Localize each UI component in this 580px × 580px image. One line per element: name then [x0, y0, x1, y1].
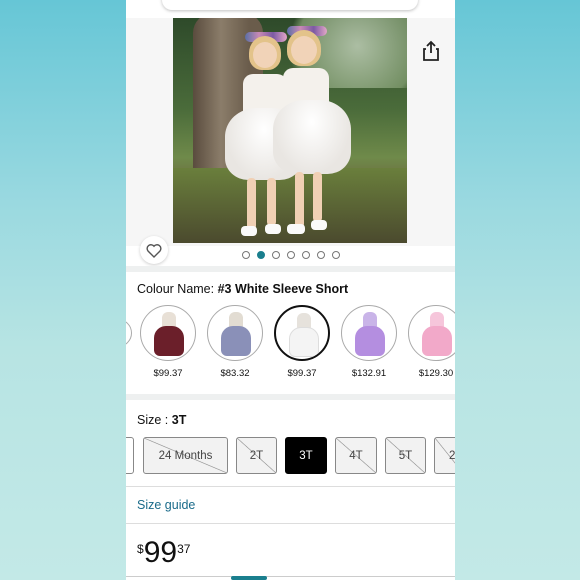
price-fraction: 37 [177, 542, 191, 556]
divider-line [126, 523, 455, 524]
colour-swatch[interactable]: $132.91 [341, 305, 397, 379]
image-pagination-dots[interactable] [126, 251, 455, 263]
colour-swatch[interactable]: $83.32 [207, 305, 263, 379]
swatch-image[interactable] [207, 305, 263, 361]
pagination-dot[interactable] [241, 251, 250, 259]
product-image-gallery[interactable] [126, 18, 455, 264]
size-option-4t[interactable]: 4T [335, 437, 377, 474]
share-icon[interactable] [421, 40, 441, 62]
pagination-dot[interactable] [301, 251, 310, 259]
swatch-image[interactable] [408, 305, 455, 361]
size-option-3t[interactable]: 3T [285, 437, 327, 474]
size-option-2t[interactable]: 2T [236, 437, 277, 474]
size-option-partial[interactable] [126, 437, 134, 474]
swatch-price: $99.37 [153, 368, 183, 379]
size-option-partial[interactable]: 2 [434, 437, 455, 474]
product-photo[interactable] [173, 18, 407, 243]
colour-swatch[interactable]: $99.37 [140, 305, 196, 379]
colour-name-label: Colour Name: #3 White Sleeve Short [137, 282, 349, 296]
swatch-image[interactable] [274, 305, 330, 361]
colour-name-value: #3 White Sleeve Short [217, 282, 349, 296]
divider-line [126, 486, 455, 487]
bottom-bar-line [126, 576, 455, 577]
girl-right [273, 24, 357, 239]
colour-swatch-list[interactable]: $99.37 $83.32 $99.37 $132.91 $129.30 [126, 305, 455, 385]
section-divider [126, 266, 455, 272]
pagination-dot[interactable] [271, 251, 280, 259]
swatch-price: $132.91 [351, 368, 387, 379]
size-label: Size : 3T [137, 413, 187, 427]
size-guide-link[interactable]: Size guide [137, 498, 195, 512]
pagination-dot-active[interactable] [256, 251, 265, 259]
size-option-5t[interactable]: 5T [385, 437, 426, 474]
pagination-dot[interactable] [331, 251, 340, 259]
product-price: $9937 [137, 536, 190, 570]
price-whole: 99 [143, 536, 178, 569]
size-option-list[interactable]: 24 Months 2T 3T 4T 5T 2 [126, 437, 455, 475]
swatch-image[interactable] [341, 305, 397, 361]
price-currency: $ [137, 542, 144, 556]
colour-swatch[interactable]: $129.30 [408, 305, 455, 379]
size-option-24-months[interactable]: 24 Months [143, 437, 228, 474]
swatch-price: $129.30 [418, 368, 454, 379]
swatch-price: $83.32 [220, 368, 250, 379]
pagination-dot[interactable] [286, 251, 295, 259]
bottom-tab-indicator [231, 576, 267, 580]
product-page: Colour Name: #3 White Sleeve Short $99.3… [126, 0, 455, 580]
section-divider [126, 394, 455, 400]
size-value: 3T [171, 413, 187, 427]
search-bar[interactable] [162, 0, 418, 10]
swatch-image[interactable] [140, 305, 196, 361]
pagination-dot[interactable] [316, 251, 325, 259]
swatch-price: $99.37 [287, 368, 317, 379]
colour-swatch-selected[interactable]: $99.37 [274, 305, 330, 379]
colour-swatch-partial[interactable] [126, 319, 132, 347]
